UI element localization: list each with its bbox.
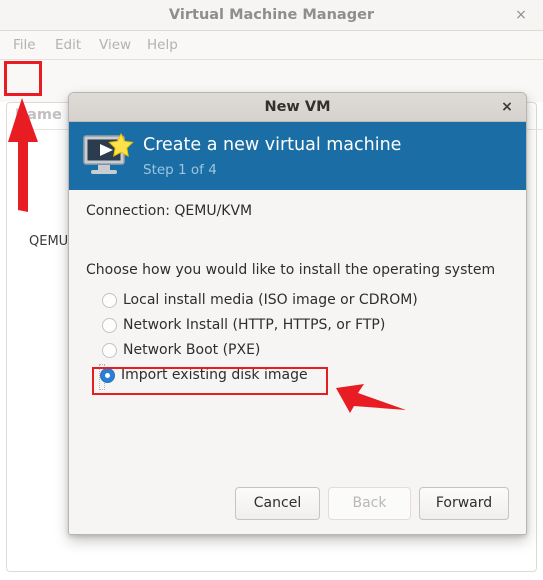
radio-indicator [102, 343, 117, 358]
cancel-button[interactable]: Cancel [235, 487, 320, 520]
dialog-banner: Create a new virtual machine Step 1 of 4 [69, 122, 526, 190]
radio-label: Network Install (HTTP, HTTPS, or FTP) [123, 317, 386, 333]
new-vm-dialog: New VM × Create a new virtual machine St… [68, 92, 527, 535]
menu-view[interactable]: View [92, 31, 138, 59]
dialog-heading: Create a new virtual machine [143, 135, 402, 155]
menu-edit[interactable]: Edit [48, 31, 88, 59]
radio-label: Import existing disk image [121, 367, 308, 383]
back-button: Back [328, 487, 411, 520]
import-existing-disk-image-radio[interactable]: Import existing disk image [99, 364, 308, 390]
forward-button[interactable]: Forward [419, 487, 509, 520]
radio-indicator [102, 293, 117, 308]
app-titlebar: Virtual Machine Manager × [0, 0, 543, 31]
install-method-prompt: Choose how you would like to install the… [86, 262, 496, 278]
connection-label: Connection: QEMU/KVM [86, 203, 253, 219]
menubar: File Edit View Help [0, 31, 543, 60]
app-window-title: Virtual Machine Manager [168, 7, 375, 23]
menu-file[interactable]: File [6, 31, 43, 59]
annotation-highlight-box-toolbar [4, 61, 42, 96]
dialog-title: New VM [264, 99, 331, 115]
radio-label: Local install media (ISO image or CDROM) [123, 292, 418, 308]
close-icon[interactable]: × [496, 93, 518, 121]
dialog-titlebar: New VM × [69, 93, 526, 122]
menu-help[interactable]: Help [140, 31, 185, 59]
dialog-step-indicator: Step 1 of 4 [143, 162, 217, 178]
new-virtual-machine-icon [83, 132, 134, 174]
column-header-name[interactable]: Name [15, 107, 62, 123]
radio-label: Network Boot (PXE) [123, 342, 261, 358]
radio-indicator [100, 368, 115, 383]
close-icon[interactable]: × [509, 0, 533, 30]
radio-indicator [102, 318, 117, 333]
dialog-body: Connection: QEMU/KVM Choose how you woul… [69, 190, 526, 534]
